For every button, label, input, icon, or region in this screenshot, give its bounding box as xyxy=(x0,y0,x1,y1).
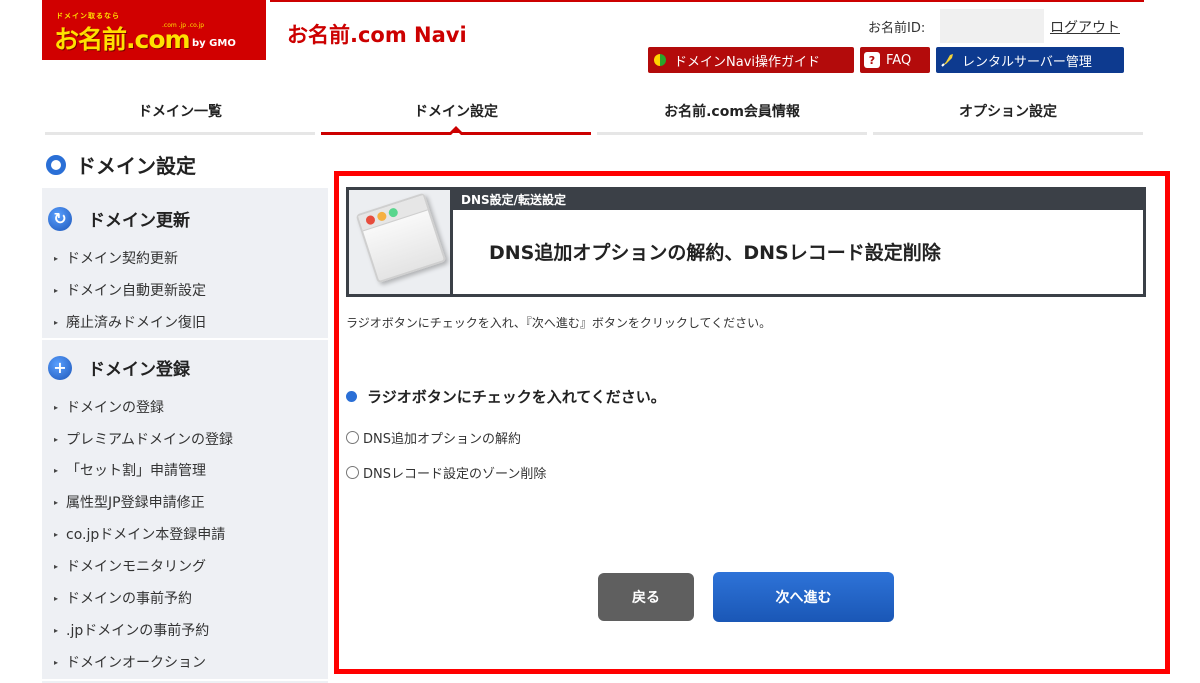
navi-guide-button[interactable]: ドメインNavi操作ガイド xyxy=(648,47,854,73)
logo-gmo: by GMO xyxy=(192,38,236,49)
sidebar-item-label: 属性型JP登録申請修正 xyxy=(66,495,205,511)
arrow-right-icon: ▸ xyxy=(54,285,59,295)
sidebar-item-cojp-registration[interactable]: ▸ co.jpドメイン本登録申請 xyxy=(54,524,225,544)
arrow-right-icon: ▸ xyxy=(54,465,59,475)
section-heading-text: ドメイン更新 xyxy=(88,211,190,231)
circle-bullet-icon xyxy=(46,154,66,175)
sidebar-item-label: ドメインモニタリング xyxy=(66,559,207,575)
sidebar-item-monitoring[interactable]: ▸ ドメインモニタリング xyxy=(54,556,206,576)
radio-label: DNSレコード設定のゾーン削除 xyxy=(363,467,547,482)
refresh-icon: ↻ xyxy=(48,206,72,231)
sidebar-title: ドメイン設定 xyxy=(46,150,196,179)
sidebar: ↻ ドメイン更新 ▸ ドメイン契約更新 ▸ ドメイン自動更新設定 ▸ 廃止済みドメイン… xyxy=(42,188,328,683)
back-button[interactable]: 戻る xyxy=(598,573,694,621)
sidebar-title-text: ドメイン設定 xyxy=(76,154,196,178)
sidebar-item-label: プレミアムドメインの登録 xyxy=(66,432,234,448)
panel-title: DNS追加オプションの解約、DNSレコード設定削除 xyxy=(489,242,941,264)
plus-icon: + xyxy=(48,355,72,380)
sidebar-item-premium[interactable]: ▸ プレミアムドメインの登録 xyxy=(54,429,233,449)
arrow-right-icon: ▸ xyxy=(54,529,59,539)
panel-label: DNS設定/転送設定 xyxy=(453,190,1143,210)
sidebar-item-label: ドメインの事前予約 xyxy=(66,591,193,607)
header-top-line xyxy=(270,0,1144,2)
radio-label: DNS追加オプションの解約 xyxy=(363,432,521,447)
main-tabs: ドメイン一覧 ドメイン設定 お名前.com会員情報 オプション設定 xyxy=(45,90,1143,135)
question-icon: ? xyxy=(864,52,880,68)
sidebar-item-label: 「セット割」申請管理 xyxy=(66,463,207,479)
sidebar-item-restore[interactable]: ▸ 廃止済みドメイン復旧 xyxy=(54,312,206,332)
radio-cancel-dns-option[interactable]: DNS追加オプションの解約 xyxy=(346,428,521,447)
tab-label: お名前.com会員情報 xyxy=(664,104,800,120)
section-heading-registration: + ドメイン登録 xyxy=(48,355,190,380)
section-heading-renewal: ↻ ドメイン更新 xyxy=(48,206,190,231)
sidebar-item-label: .jpドメインの事前予約 xyxy=(66,623,210,639)
arrow-right-icon: ▸ xyxy=(54,497,59,507)
radio-prompt-text: ラジオボタンにチェックを入れてください。 xyxy=(367,388,666,406)
arrow-right-icon: ▸ xyxy=(54,593,59,603)
radio-button[interactable] xyxy=(346,466,359,479)
instruction-text: ラジオボタンにチェックを入れ、『次へ進む』ボタンをクリックしてください。 xyxy=(346,316,772,330)
radio-delete-dns-zone[interactable]: DNSレコード設定のゾーン削除 xyxy=(346,463,546,482)
arrow-right-icon: ▸ xyxy=(54,402,59,412)
arrow-right-icon: ▸ xyxy=(54,561,59,571)
sidebar-item-label: ドメインの登録 xyxy=(66,400,165,416)
sidebar-item-label: ドメインオークション xyxy=(66,655,207,671)
arrow-right-icon: ▸ xyxy=(54,434,59,444)
beginner-leaf-icon xyxy=(652,52,668,68)
logo-text: お名前.com xyxy=(54,25,191,54)
sidebar-item-domain-register[interactable]: ▸ ドメインの登録 xyxy=(54,397,164,417)
sidebar-item-label: ドメイン自動更新設定 xyxy=(66,283,207,299)
tab-label: オプション設定 xyxy=(959,104,1057,120)
rental-server-button[interactable]: レンタルサーバー管理 xyxy=(936,47,1124,73)
dns-settings-panel: DNS設定/転送設定 DNS追加オプションの解約、DNSレコード設定削除 xyxy=(346,187,1146,297)
tab-domain-list[interactable]: ドメイン一覧 xyxy=(45,90,315,135)
sidebar-item-label: ドメイン契約更新 xyxy=(66,251,179,267)
radio-prompt: ラジオボタンにチェックを入れてください。 xyxy=(346,386,666,407)
faq-button[interactable]: ? FAQ xyxy=(860,47,930,73)
sidebar-item-jp-pre-reservation[interactable]: ▸ .jpドメインの事前予約 xyxy=(54,620,209,640)
arrow-right-icon: ▸ xyxy=(54,657,59,667)
sidebar-item-auction[interactable]: ▸ ドメインオークション xyxy=(54,652,206,672)
blue-dot-icon xyxy=(346,391,357,402)
faq-label: FAQ xyxy=(886,52,912,68)
dns-icon-box xyxy=(349,190,453,294)
section-heading-text: ドメイン登録 xyxy=(88,360,190,380)
arrow-right-icon: ▸ xyxy=(54,625,59,635)
rocket-icon xyxy=(940,52,956,68)
logout-link[interactable]: ログアウト xyxy=(1050,17,1120,37)
member-id-label: お名前ID: xyxy=(868,21,926,36)
sidebar-divider xyxy=(42,338,328,340)
tab-label: ドメイン一覧 xyxy=(138,104,222,120)
next-button[interactable]: 次へ進む xyxy=(713,572,894,622)
tab-label: ドメイン設定 xyxy=(414,104,498,120)
browser-window-icon xyxy=(355,192,447,284)
radio-button[interactable] xyxy=(346,431,359,444)
arrow-right-icon: ▸ xyxy=(54,253,59,263)
onamae-logo[interactable]: ドメイン取るなら .com .jp .co.jp お名前.com by GMO xyxy=(42,0,266,60)
sidebar-item-auto-renewal[interactable]: ▸ ドメイン自動更新設定 xyxy=(54,280,206,300)
tab-domain-settings[interactable]: ドメイン設定 xyxy=(321,90,591,135)
sidebar-divider xyxy=(42,679,328,681)
tab-member-info[interactable]: お名前.com会員情報 xyxy=(597,90,867,135)
tab-option-settings[interactable]: オプション設定 xyxy=(873,90,1143,135)
rental-server-label: レンタルサーバー管理 xyxy=(962,54,1092,70)
navi-guide-label: ドメインNavi操作ガイド xyxy=(674,54,820,70)
arrow-right-icon: ▸ xyxy=(54,317,59,327)
member-id-value xyxy=(940,9,1044,43)
sidebar-item-pre-reservation[interactable]: ▸ ドメインの事前予約 xyxy=(54,588,192,608)
sidebar-item-label: 廃止済みドメイン復旧 xyxy=(66,315,207,331)
sidebar-item-contract-renewal[interactable]: ▸ ドメイン契約更新 xyxy=(54,248,178,268)
sidebar-item-label: co.jpドメイン本登録申請 xyxy=(66,527,226,543)
sidebar-item-set-discount[interactable]: ▸ 「セット割」申請管理 xyxy=(54,460,206,480)
app-title: お名前.com Navi xyxy=(287,23,467,47)
sidebar-item-jp-correction[interactable]: ▸ 属性型JP登録申請修正 xyxy=(54,492,205,512)
